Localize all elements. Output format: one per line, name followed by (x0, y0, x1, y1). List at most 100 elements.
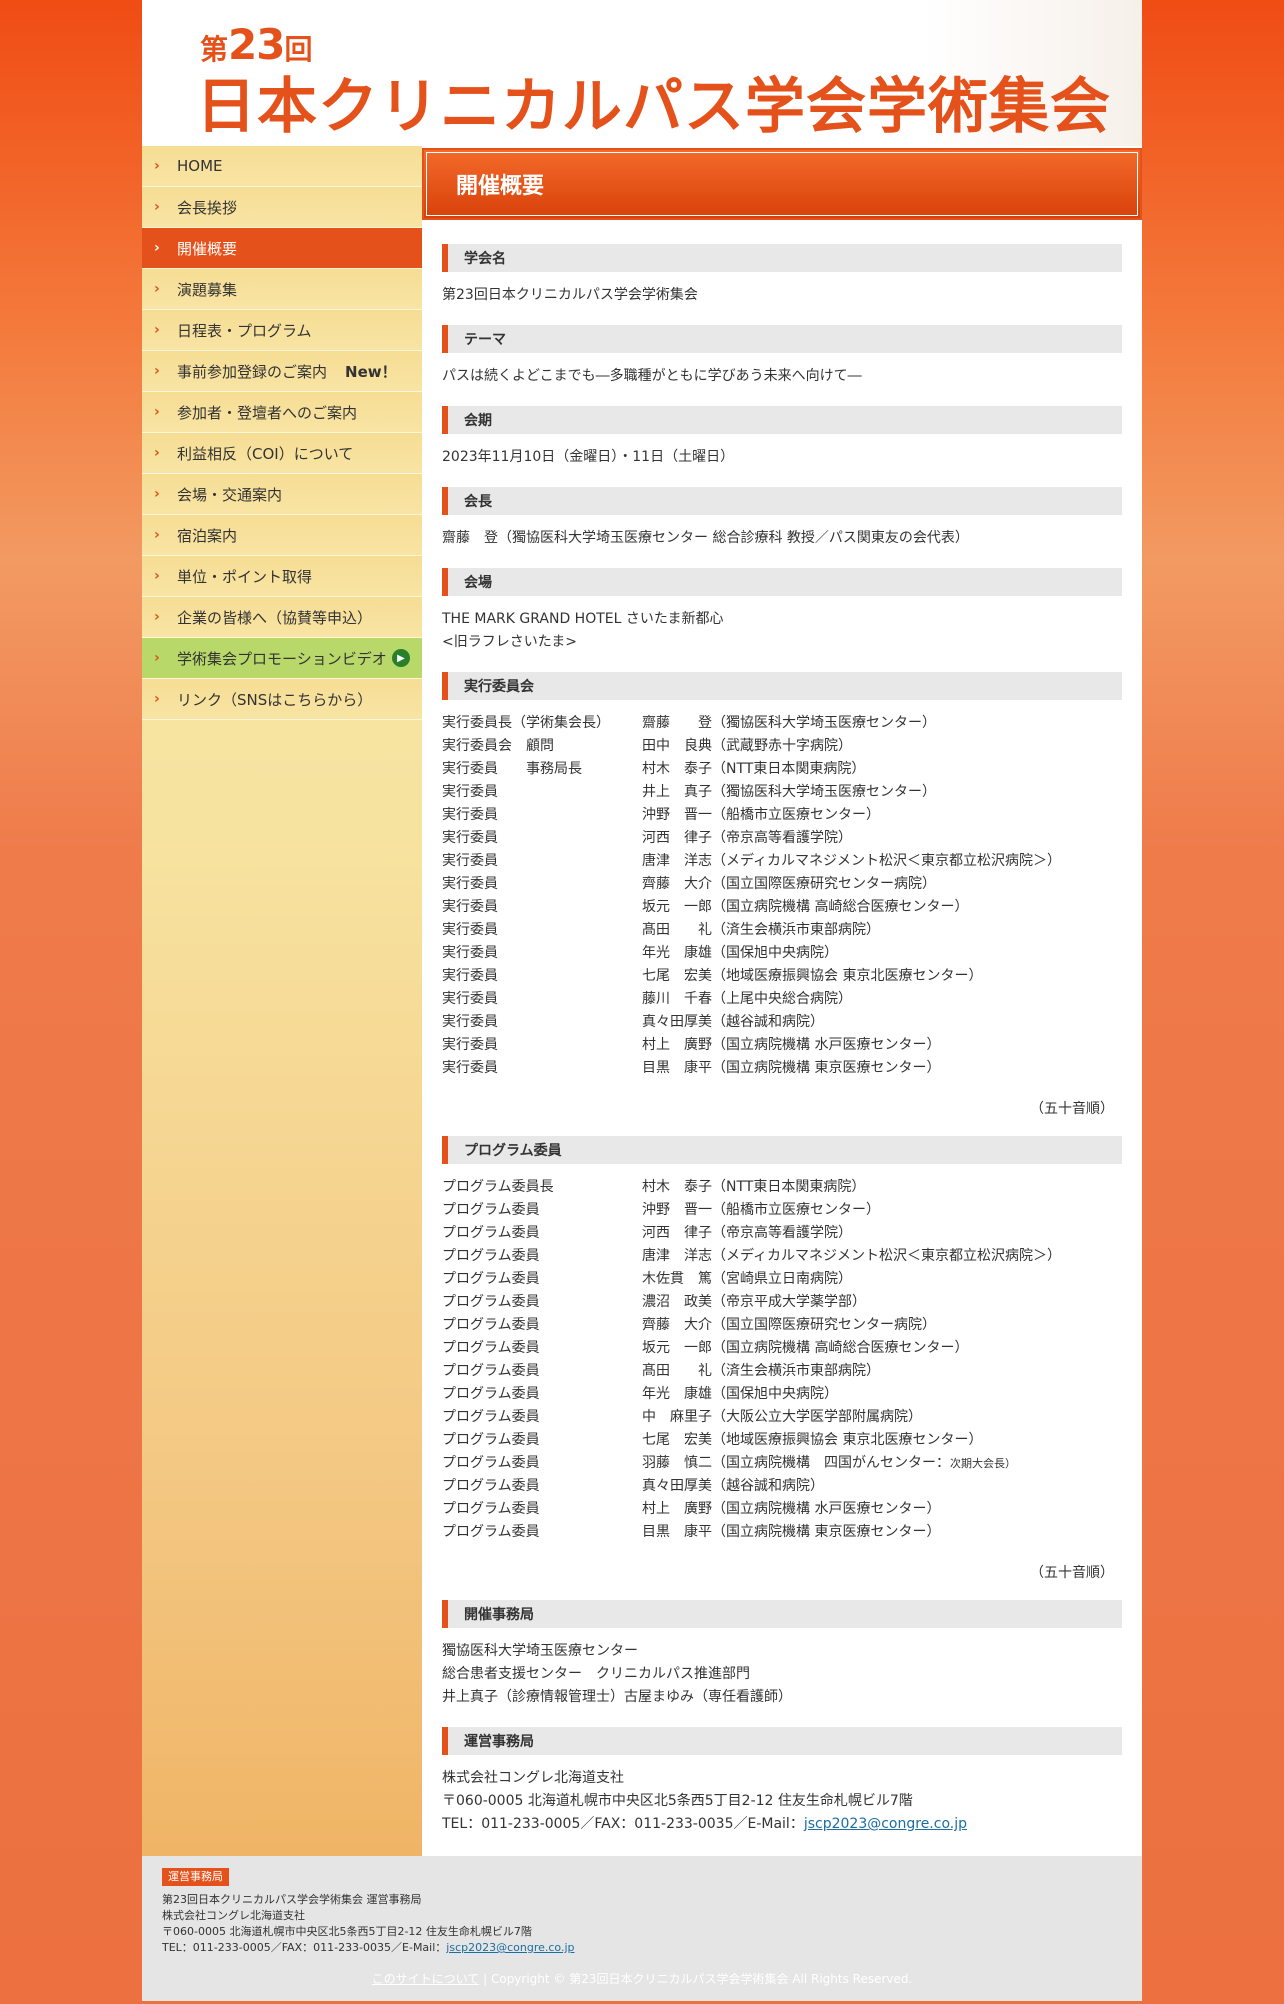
member-name: 坂元 一郎（国立病院機構 高崎総合医療センター） (642, 1340, 969, 1356)
committee-row: 実行委員 沖野 晋一（船橋市立医療センター） (442, 804, 1122, 827)
member-name: 七尾 宏美（地域医療振興協会 東京北医療センター） (642, 968, 983, 984)
chevron-right-icon: › (154, 158, 160, 174)
nav-label: 利益相反（COI）について (177, 444, 354, 463)
gojuon-note: （五十音順） (1030, 1565, 1114, 1581)
member-name: 木佐貫 篤（宮崎県立日南病院） (642, 1271, 852, 1287)
member-name: 羽藤 慎二（国立病院機構 四国がんセンター： (642, 1455, 950, 1471)
copyright-bar: このサイトについて | Copyright © 第23回日本クリニカルパス学会学… (371, 1972, 913, 1986)
section-heading: 会長 (442, 487, 1122, 515)
member-name: 髙田 礼（済生会横浜市東部病院） (642, 1363, 880, 1379)
member-role: 実行委員 (442, 876, 498, 892)
member-role: 実行委員 (442, 1060, 498, 1076)
nav-participants[interactable]: › 参加者・登壇者へのご案内 (142, 392, 422, 433)
committee-row: 実行委員 坂元 一郎（国立病院機構 高崎総合医療センター） (442, 896, 1122, 919)
nav-label: HOME (177, 157, 223, 175)
member-name: 目黒 康平（国立病院機構 東京医療センター） (642, 1060, 941, 1076)
new-badge: New！ (345, 362, 397, 381)
committee-row: 実行委員 井上 真子（獨協医科大学埼玉医療センター） (442, 781, 1122, 804)
venue-line: THE MARK GRAND HOTEL さいたま新都心 (442, 611, 724, 627)
member-role: 実行委員会 顧問 (442, 738, 554, 754)
content-body: 学会名 第23回日本クリニカルパス学会学術集会 テーマ パスは続くよどこまでも―… (422, 220, 1142, 1856)
nav-promo-video[interactable]: › 学術集会プロモーションビデオ ▶ (142, 638, 422, 679)
chevron-right-icon: › (154, 199, 160, 215)
committee-row: プログラム委員 坂元 一郎（国立病院機構 高崎総合医療センター） (442, 1337, 1122, 1360)
committee-row: 実行委員 唐津 洋志（メディカルマネジメント松沢＜東京都立松沢病院＞） (442, 850, 1122, 873)
nav-label: リンク（SNSはこちらから） (177, 690, 373, 709)
venue-text: THE MARK GRAND HOTEL さいたま新都心 <旧ラフレさいたま> (442, 596, 1122, 664)
committee-row: プログラム委員 河西 律子（帝京高等看護学院） (442, 1222, 1122, 1245)
nav-links[interactable]: › リンク（SNSはこちらから） (142, 679, 422, 720)
nav-program[interactable]: › 日程表・プログラム (142, 310, 422, 351)
committee-row: 実行委員 目黒 康平（国立病院機構 東京医療センター） (442, 1057, 1122, 1080)
committee-row: 実行委員 村上 廣野（国立病院機構 水戸医療センター） (442, 1034, 1122, 1057)
footer-badge: 運営事務局 (162, 1868, 229, 1886)
footer-email-link[interactable]: jscp2023@congre.co.jp (446, 1941, 574, 1954)
member-role: 実行委員 (442, 922, 498, 938)
sidebar-nav: › HOME › 会長挨拶 › 開催概要 › 演題募集 › 日程表・プログラム › 事前参加… (142, 146, 422, 1856)
chevron-right-icon: › (154, 527, 160, 543)
committee-row: プログラム委員 目黒 康平（国立病院機構 東京医療センター） (442, 1521, 1122, 1544)
committee-row: 実行委員 藤川 千春（上尾中央総合病院） (442, 988, 1122, 1011)
operations-line: TEL：011-233-0005／FAX：011-233-0035／E-Mail… (442, 1813, 1122, 1836)
email-link[interactable]: jscp2023@congre.co.jp (804, 1816, 967, 1832)
committee-row: 実行委員 齊藤 大介（国立国際医療研究センター病院） (442, 873, 1122, 896)
nav-greeting[interactable]: › 会長挨拶 (142, 187, 422, 228)
nav-coi[interactable]: › 利益相反（COI）について (142, 433, 422, 474)
nav-label: 参加者・登壇者へのご案内 (177, 403, 358, 422)
member-name: 村木 泰子（NTT東日本関東病院） (642, 761, 866, 777)
member-role: プログラム委員 (442, 1225, 540, 1241)
member-name: 真々田厚美（越谷誠和病院） (642, 1478, 824, 1494)
nav-sponsors[interactable]: › 企業の皆様へ（協賛等申込） (142, 597, 422, 638)
member-name: 村上 廣野（国立病院機構 水戸医療センター） (642, 1501, 941, 1517)
member-name: 中 麻里子（大阪公立大学医学部附属病院） (642, 1409, 922, 1425)
committee-row: プログラム委員 中 麻里子（大阪公立大学医学部附属病院） (442, 1406, 1122, 1429)
member-name: 沖野 晋一（船橋市立医療センター） (642, 1202, 880, 1218)
footer-line: 第23回日本クリニカルパス学会学術集会 運営事務局 (162, 1893, 422, 1906)
nav-registration[interactable]: › 事前参加登録のご案内 New！ (142, 351, 422, 392)
nav-label: 事前参加登録のご案内 (177, 362, 328, 381)
member-role: プログラム委員 (442, 1478, 540, 1494)
member-role: プログラム委員 (442, 1363, 540, 1379)
member-note: 次期大会長） (950, 1457, 1016, 1470)
nav-label: 企業の皆様へ（協賛等申込） (177, 608, 373, 627)
member-name: 髙田 礼（済生会横浜市東部病院） (642, 922, 880, 938)
committee-row: 実行委員 河西 律子（帝京高等看護学院） (442, 827, 1122, 850)
venue-line: <旧ラフレさいたま> (442, 634, 578, 650)
nav-overview[interactable]: › 開催概要 (142, 228, 422, 269)
about-site-link[interactable]: このサイトについて (372, 1972, 480, 1986)
contact-text: TEL：011-233-0005／FAX：011-233-0035／E-Mail… (442, 1816, 804, 1832)
member-name: 村上 廣野（国立病院機構 水戸医療センター） (642, 1037, 941, 1053)
main-content: 開催概要 学会名 第23回日本クリニカルパス学会学術集会 テーマ パスは続くよど… (422, 146, 1142, 1856)
member-name: 河西 律子（帝京高等看護学院） (642, 830, 852, 846)
member-role: プログラム委員 (442, 1501, 540, 1517)
chevron-right-icon: › (154, 650, 160, 666)
member-name: 濃沼 政美（帝京平成大学薬学部） (642, 1294, 866, 1310)
nav-access[interactable]: › 会場・交通案内 (142, 474, 422, 515)
nav-abstracts[interactable]: › 演題募集 (142, 269, 422, 310)
member-role: 実行委員 (442, 807, 498, 823)
chevron-right-icon: › (154, 486, 160, 502)
committee-row: 実行委員 真々田厚美（越谷誠和病院） (442, 1011, 1122, 1034)
nav-credits[interactable]: › 単位・ポイント取得 (142, 556, 422, 597)
member-role: プログラム委員 (442, 1455, 540, 1471)
nav-label: 単位・ポイント取得 (177, 567, 313, 586)
member-role: プログラム委員 (442, 1271, 540, 1287)
nav-label: 宿泊案内 (177, 526, 238, 545)
nav-label: 日程表・プログラム (177, 321, 312, 340)
member-role: 実行委員長（学術集会長） (442, 715, 610, 731)
operations-line: 〒060-0005 北海道札幌市中央区北5条西5丁目2-12 住友生命札幌ビル7… (442, 1793, 913, 1809)
nav-home[interactable]: › HOME (142, 146, 422, 187)
gojuon-note: （五十音順） (1030, 1101, 1114, 1117)
member-name: 藤川 千春（上尾中央総合病院） (642, 991, 852, 1007)
section-heading: プログラム委員 (442, 1136, 1122, 1164)
committee-row: プログラム委員 齊藤 大介（国立国際医療研究センター病院） (442, 1314, 1122, 1337)
program-committee-list: プログラム委員長 村木 泰子（NTT東日本関東病院） プログラム委員 沖野 晋一（船橋… (442, 1164, 1122, 1548)
nav-hotel[interactable]: › 宿泊案内 (142, 515, 422, 556)
section-heading: テーマ (442, 325, 1122, 353)
member-role: 実行委員 (442, 945, 498, 961)
member-name: 目黒 康平（国立病院機構 東京医療センター） (642, 1524, 941, 1540)
member-name: 唐津 洋志（メディカルマネジメント松沢＜東京都立松沢病院＞） (642, 1248, 1062, 1264)
copyright-text: Copyright © 第23回日本クリニカルパス学会学術集会 All Righ… (490, 1972, 913, 1986)
page-wrapper: 第23回 日本クリニカルパス学会学術集会 › HOME › 会長挨拶 › 開催概要 ›… (142, 0, 1142, 2001)
committee-row: プログラム委員長 村木 泰子（NTT東日本関東病院） (442, 1176, 1122, 1199)
